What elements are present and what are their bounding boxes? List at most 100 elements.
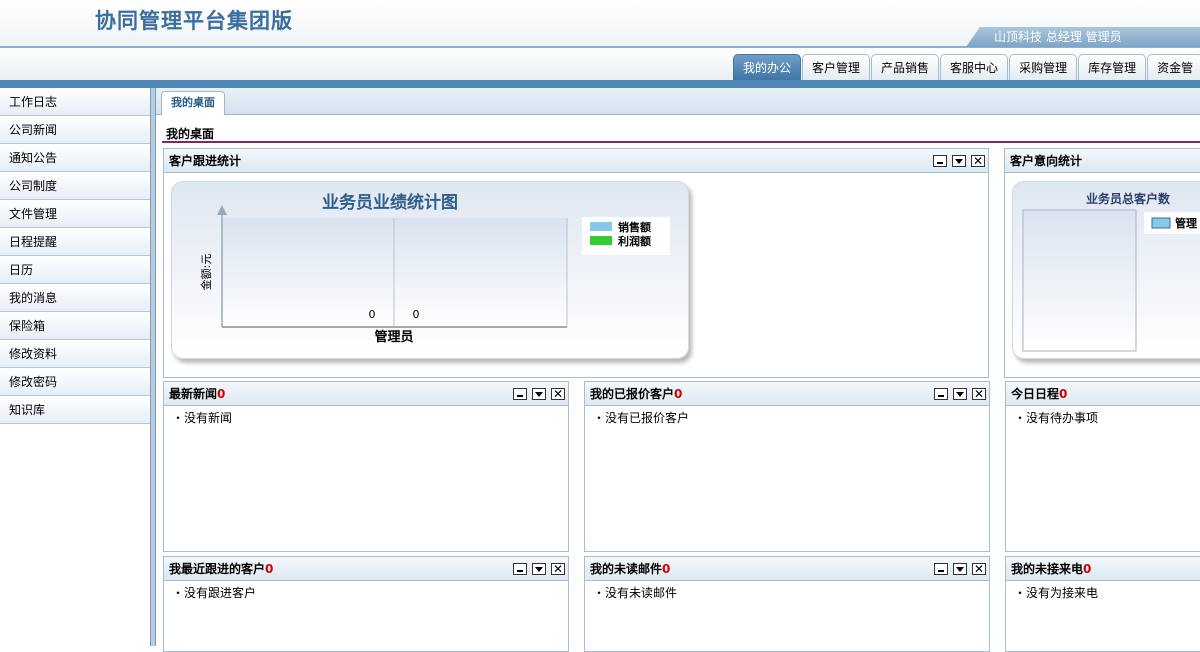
value-label: 0 (369, 308, 376, 321)
panel-latest-news: 最新新闻0 ✕ ・没有新闻 (163, 381, 569, 552)
minimize-button[interactable] (934, 388, 948, 400)
panel-title: 最新新闻 (169, 387, 218, 401)
content-area: 我的桌面 我的桌面 客户跟进统计 ✕ 业务员业绩统计图 0 0 金额:元 管理员 … (156, 88, 1200, 652)
panel-title: 我的未接来电 (1011, 562, 1084, 576)
sidebar-item-safe-box[interactable]: 保险箱 (0, 312, 150, 340)
sidebar-item-calendar[interactable]: 日历 (0, 256, 150, 284)
panel-quoted-customers: 我的已报价客户0 ✕ ・没有已报价客户 (584, 381, 990, 552)
panel-title: 我的未读邮件 (590, 562, 663, 576)
minimize-button[interactable] (933, 155, 947, 167)
title-divider (162, 141, 1200, 143)
minimize-button[interactable] (934, 563, 948, 575)
sidebar-item-schedule-reminder[interactable]: 日程提醒 (0, 228, 150, 256)
panel-title: 我的已报价客户 (590, 387, 675, 401)
empty-message: ・没有跟进客户 (172, 586, 257, 600)
panel-title: 今日日程 (1011, 387, 1060, 401)
panel-header: 最新新闻0 ✕ (164, 382, 568, 406)
legend-swatch (1151, 217, 1171, 229)
tab-customer-management[interactable]: 客户管理 (802, 54, 871, 80)
customers-chart: 业务员总客户数 管理 (1022, 191, 1200, 352)
y-axis-label: 金额:元 (199, 254, 213, 291)
tab-purchase-management[interactable]: 采购管理 (1009, 54, 1078, 80)
sidebar-item-file-management[interactable]: 文件管理 (0, 200, 150, 228)
panel-follow-stats: 客户跟进统计 ✕ 业务员业绩统计图 0 0 金额:元 管理员 销售额 利润额 (163, 148, 989, 378)
panel-header: 客户跟进统计 ✕ (164, 149, 988, 173)
panel-title: 我最近跟进的客户 (169, 562, 266, 576)
legend-label-profit: 利润额 (618, 234, 651, 248)
sidebar-item-knowledge-base[interactable]: 知识库 (0, 396, 150, 424)
collapse-button[interactable] (953, 563, 967, 575)
collapse-button[interactable] (532, 388, 546, 400)
chart-card-performance: 业务员业绩统计图 0 0 金额:元 管理员 销售额 利润额 (171, 181, 689, 359)
chart-card-customers: 业务员总客户数 管理 (1012, 181, 1200, 359)
tab-service-center[interactable]: 客服中心 (940, 54, 1009, 80)
x-tick-label: 管理员 (374, 329, 413, 345)
legend-label: 管理 (1175, 216, 1197, 230)
collapse-button[interactable] (953, 388, 967, 400)
collapse-button[interactable] (532, 563, 546, 575)
empty-message: ・没有新闻 (172, 411, 233, 425)
close-button[interactable]: ✕ (972, 563, 986, 575)
count-badge: 0 (1059, 387, 1068, 401)
empty-message: ・没有未读邮件 (593, 586, 678, 600)
sidebar-item-change-password[interactable]: 修改密码 (0, 368, 150, 396)
legend-swatch-sales (590, 222, 612, 231)
empty-message: ・没有为接来电 (1014, 586, 1099, 600)
panel-header: 我的未接来电0 (1006, 557, 1200, 581)
panel-header: 今日日程0 (1006, 382, 1200, 406)
panel-controls: ✕ (928, 155, 985, 167)
count-badge: 0 (217, 387, 226, 401)
tab-my-office[interactable]: 我的办公 (733, 54, 802, 80)
sidebar-item-company-rules[interactable]: 公司制度 (0, 172, 150, 200)
panel-today-schedule: 今日日程0 ・没有待办事项 (1005, 381, 1200, 552)
sidebar-item-work-log[interactable]: 工作日志 (0, 88, 150, 116)
close-button[interactable]: ✕ (972, 388, 986, 400)
panel-unread-mail: 我的未读邮件0 ✕ ・没有未读邮件 (584, 556, 990, 652)
sidebar-item-edit-profile[interactable]: 修改资料 (0, 340, 150, 368)
chart-title: 业务员总客户数 (1086, 191, 1171, 206)
tab-funds-management[interactable]: 资金管 (1147, 54, 1200, 80)
tab-inventory-management[interactable]: 库存管理 (1078, 54, 1147, 80)
panel-recent-follow: 我最近跟进的客户0 ✕ ・没有跟进客户 (163, 556, 569, 652)
app-header: 协同管理平台集团版 山顶科技 总经理 管理员 (0, 0, 1200, 48)
minimize-button[interactable] (513, 563, 527, 575)
count-badge: 0 (662, 562, 671, 576)
panel-header: 客户意向统计 (1005, 149, 1200, 173)
user-info: 山顶科技 总经理 管理员 (966, 27, 1200, 47)
performance-chart: 业务员业绩统计图 0 0 金额:元 管理员 销售额 利润额 (199, 192, 670, 345)
panel-controls: ✕ (508, 388, 565, 400)
collapse-button[interactable] (952, 155, 966, 167)
close-button[interactable]: ✕ (551, 563, 565, 575)
panel-header: 我最近跟进的客户0 ✕ (164, 557, 568, 581)
close-button[interactable]: ✕ (971, 155, 985, 167)
panel-intent-stats: 客户意向统计 业务员总客户数 管理 (1004, 148, 1200, 378)
y-axis-arrow (217, 205, 227, 215)
tab-product-sales[interactable]: 产品销售 (871, 54, 940, 80)
panel-controls: ✕ (508, 563, 565, 575)
minimize-button[interactable] (513, 388, 527, 400)
nav-bottom-bar (0, 80, 1200, 88)
main-tabs: 我的办公 客户管理 产品销售 客服中心 采购管理 库存管理 资金管 (733, 54, 1200, 80)
panel-header: 我的未读邮件0 ✕ (585, 557, 989, 581)
tab-my-desktop[interactable]: 我的桌面 (161, 91, 225, 115)
empty-message: ・没有已报价客户 (593, 411, 690, 425)
panel-title: 客户跟进统计 (169, 154, 242, 168)
page-title: 我的桌面 (166, 127, 215, 141)
value-label: 0 (413, 308, 420, 321)
close-button[interactable]: ✕ (551, 388, 565, 400)
panel-title: 客户意向统计 (1010, 154, 1083, 168)
sidebar: 工作日志 公司新闻 通知公告 公司制度 文件管理 日程提醒 日历 我的消息 保险… (0, 88, 150, 646)
sidebar-item-notices[interactable]: 通知公告 (0, 144, 150, 172)
sidebar-item-my-messages[interactable]: 我的消息 (0, 284, 150, 312)
empty-message: ・没有待办事项 (1014, 411, 1099, 425)
chart-title: 业务员业绩统计图 (322, 192, 458, 213)
count-badge: 0 (674, 387, 683, 401)
plot-area (1022, 209, 1137, 352)
panel-header: 我的已报价客户0 ✕ (585, 382, 989, 406)
sidebar-item-company-news[interactable]: 公司新闻 (0, 116, 150, 144)
legend-swatch-profit (590, 236, 612, 245)
content-tab-bar: 我的桌面 (156, 88, 1200, 115)
panel-missed-calls: 我的未接来电0 ・没有为接来电 (1005, 556, 1200, 652)
count-badge: 0 (265, 562, 274, 576)
count-badge: 0 (1083, 562, 1092, 576)
